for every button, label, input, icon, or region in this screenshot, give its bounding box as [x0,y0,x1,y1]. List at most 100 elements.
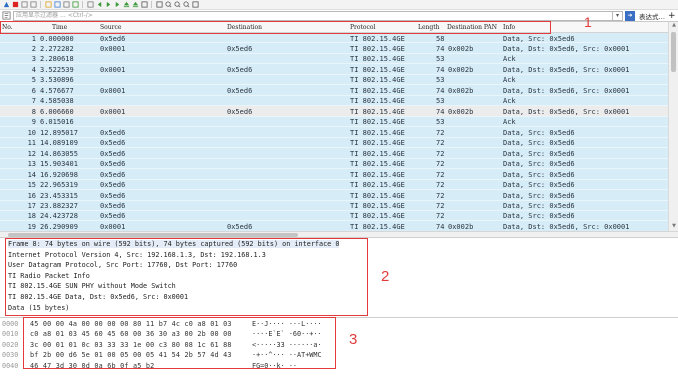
packet-row[interactable]: 12 14.863055 0x5ed6 TI 802.15.4GE 72 Data, Sr… [0,148,668,159]
first-icon[interactable] [122,1,130,9]
display-filter-input[interactable]: 应用显示过滤器 … <Ctrl-/> [13,10,613,21]
byte-offset: 0010 [2,330,19,339]
cell-time: 15.903401 [40,160,78,169]
cell-destination: 0x5ed6 [227,86,253,95]
open-file-icon[interactable] [44,1,52,9]
packet-rows: 1 0.000000 0x5ed6 TI 802.15.4GE 58 Data, Src:… [0,33,668,231]
horizontal-scrollbar[interactable] [0,231,678,238]
packet-row[interactable]: 15 22.965319 0x5ed6 TI 802.15.4GE 72 Data, Sr… [0,179,668,191]
cell-protocol: TI 802.15.4GE [350,170,405,179]
packet-row[interactable]: 19 26.290909 0x0001 0x5ed6 TI 802.15.4GE 74 0x… [0,221,668,231]
cell-time: 0.000000 [40,34,74,43]
byte-offset: 0040 [2,361,19,370]
expression-button[interactable]: 表达式… [639,11,665,21]
cell-protocol: TI 802.15.4GE [350,76,405,85]
cell-length: 58 [436,34,445,43]
cell-time: 14.089109 [40,139,78,148]
packet-row[interactable]: 6 4.576677 0x0001 0x5ed6 TI 802.15.4GE 74 0x00… [0,85,668,96]
toolbar-separator [151,1,152,8]
cell-info: Data, Dst: 0x5ed6, Src: 0x0001 [503,65,630,74]
cell-protocol: TI 802.15.4GE [350,160,405,169]
cell-length: 53 [436,97,445,106]
arrow-right-icon: ➜ [627,12,633,19]
cell-source: 0x0001 [100,107,126,116]
byte-offset: 0020 [2,340,19,349]
cell-length: 74 [436,65,445,74]
packet-row[interactable]: 9 6.015016 TI 802.15.4GE 53 Ack [0,116,668,128]
packet-row[interactable]: 17 23.882327 0x5ed6 TI 802.15.4GE 72 Data, Sr… [0,200,668,211]
packet-row[interactable]: 10 12.895017 0x5ed6 TI 802.15.4GE 72 Data, Sr… [0,127,668,138]
cell-time: 24.423728 [40,212,78,221]
cell-info: Data, Src: 0x5ed6 [503,34,575,43]
cell-protocol: TI 802.15.4GE [350,65,405,74]
cell-source: 0x5ed6 [100,139,126,148]
packet-row[interactable]: 3 2.280618 TI 802.15.4GE 53 Ack [0,53,668,65]
cell-destination-pan: 0x002b [448,44,474,53]
byte-offset: 0030 [2,351,19,360]
cell-info: Data, Dst: 0x5ed6, Src: 0x0001 [503,222,630,231]
packet-row[interactable]: 18 24.423728 0x5ed6 TI 802.15.4GE 72 Data, Sr… [0,210,668,222]
options-icon[interactable] [29,1,37,9]
cell-source: 0x0001 [100,44,126,53]
last-icon[interactable] [131,1,139,9]
back-icon[interactable] [95,1,103,9]
bookmark-filter-icon[interactable] [2,11,11,20]
autoscroll-icon[interactable] [140,1,148,9]
cell-info: Data, Src: 0x5ed6 [503,128,575,137]
packet-row[interactable]: 1 0.000000 0x5ed6 TI 802.15.4GE 58 Data, Src:… [0,33,668,44]
annotation-number-3: 3 [349,331,358,348]
cell-time: 22.965319 [40,181,78,190]
goto-icon[interactable] [113,1,121,9]
cell-length: 72 [436,212,445,221]
colorize-icon[interactable] [155,1,163,9]
zoom-reset-icon[interactable] [182,1,190,9]
cell-info: Data, Src: 0x5ed6 [503,170,575,179]
scroll-down-icon[interactable]: ▼ [670,223,678,231]
packet-row[interactable]: 4 3.522539 0x0001 0x5ed6 TI 802.15.4GE 74 0x00… [0,64,668,75]
forward-icon[interactable] [104,1,112,9]
apply-filter-button[interactable]: ➜ [625,10,635,21]
resize-columns-icon[interactable] [191,1,199,9]
cell-no: 13 [27,160,36,169]
toolbar-separator [82,1,83,8]
cell-length: 53 [436,118,445,127]
packet-row[interactable]: 11 14.089109 0x5ed6 TI 802.15.4GE 72 Data, Sr… [0,137,668,149]
scroll-thumb[interactable] [671,32,676,72]
restart-icon[interactable] [20,1,28,9]
cell-no: 17 [27,202,36,210]
add-filter-button[interactable]: + [668,11,676,21]
zoom-out-icon[interactable] [173,1,181,9]
packet-row[interactable]: 16 23.453315 0x5ed6 TI 802.15.4GE 72 Data, Sr… [0,190,668,201]
cell-protocol: TI 802.15.4GE [350,86,405,95]
cell-length: 72 [436,191,445,200]
cell-source: 0x5ed6 [100,170,126,179]
packet-row[interactable]: 2 2.272282 0x0001 0x5ed6 TI 802.15.4GE 74 0x00… [0,43,668,54]
shark-fin-icon[interactable] [2,1,10,9]
packet-row[interactable]: 14 16.920698 0x5ed6 TI 802.15.4GE 72 Data, Sr… [0,169,668,180]
close-file-icon[interactable] [62,1,70,9]
cell-length: 72 [436,202,445,210]
cell-destination: 0x5ed6 [227,222,253,231]
chevron-down-icon: ▾ [615,12,619,19]
filter-history-dropdown[interactable]: ▾ [613,10,623,21]
stop-icon[interactable] [11,1,19,9]
reload-icon[interactable] [71,1,79,9]
packet-row[interactable]: 5 3.530896 TI 802.15.4GE 53 Ack [0,74,668,86]
cell-info: Ack [503,55,516,64]
packet-list-scrollbar[interactable]: ▲ ▼ [668,22,678,231]
packet-row[interactable]: 13 15.903401 0x5ed6 TI 802.15.4GE 72 Data, Sr… [0,158,668,170]
zoom-in-icon[interactable] [164,1,172,9]
cell-length: 72 [436,128,445,137]
packet-row[interactable]: 8 6.006660 0x0001 0x5ed6 TI 802.15.4GE 74 0x00… [0,106,668,117]
scroll-up-icon[interactable]: ▲ [670,22,678,30]
horizontal-scroll-thumb[interactable] [8,233,298,237]
cell-source: 0x5ed6 [100,128,126,137]
find-icon[interactable] [86,1,94,9]
save-file-icon[interactable] [53,1,61,9]
cell-time: 2.280618 [40,55,74,64]
cell-length: 72 [436,160,445,169]
cell-protocol: TI 802.15.4GE [350,202,405,210]
cell-time: 16.920698 [40,170,78,179]
cell-time: 23.882327 [40,202,78,210]
packet-row[interactable]: 7 4.585038 TI 802.15.4GE 53 Ack [0,95,668,107]
